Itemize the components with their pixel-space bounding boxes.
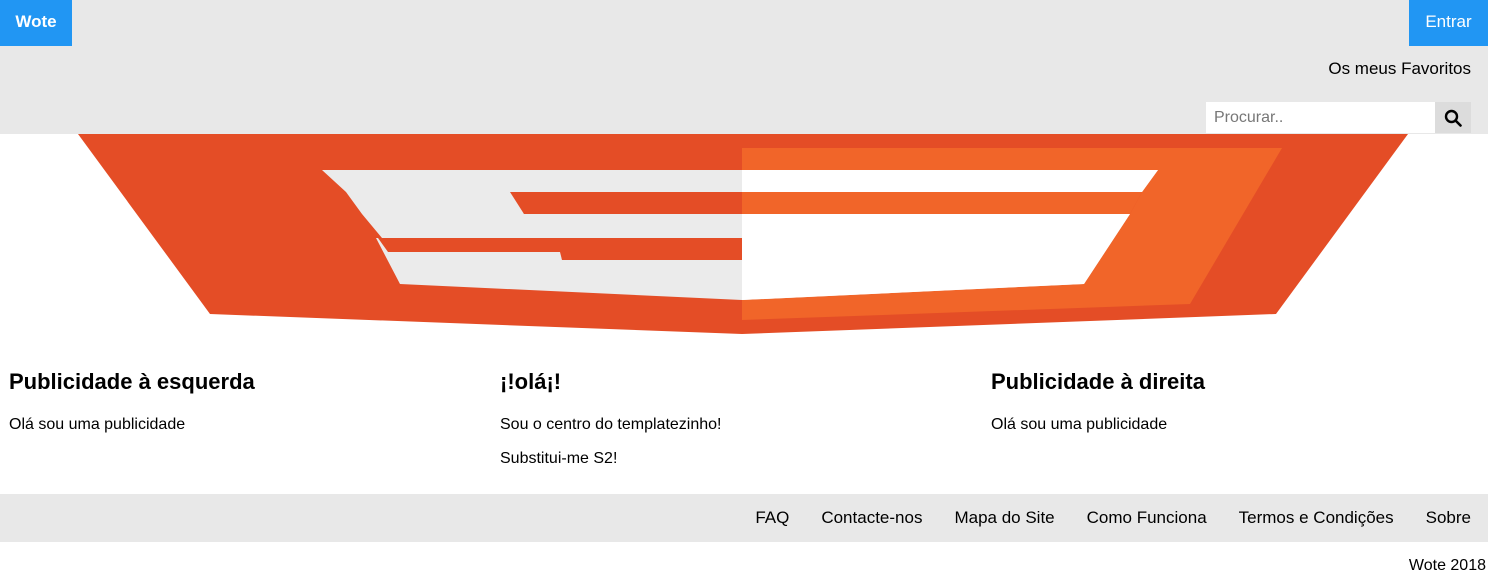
column-left-text: Olá sou uma publicidade [9,416,186,433]
search-input[interactable] [1206,102,1435,133]
copyright: Wote 2018 [1408,557,1486,574]
search-icon [1444,109,1462,127]
footer-nav: FAQ Contacte-nos Mapa do Site Como Funci… [0,494,1488,542]
column-center-title: ¡!olá¡! [500,369,562,394]
column-center-text: Sou o centro do templatezinho! [500,416,722,433]
footer-link-contact[interactable]: Contacte-nos [821,508,922,528]
column-left-title: Publicidade à esquerda [9,369,255,394]
footer-link-how-it-works[interactable]: Como Funciona [1087,508,1207,528]
search-form [1206,102,1471,133]
footer-link-faq[interactable]: FAQ [755,508,789,528]
column-center-text-2: Substitui-me S2! [500,450,618,467]
brand-button[interactable]: Wote [0,0,72,46]
column-right-title: Publicidade à direita [991,369,1205,394]
footer-link-terms[interactable]: Termos e Condições [1239,508,1394,528]
search-button[interactable] [1435,102,1471,133]
footer-links: FAQ Contacte-nos Mapa do Site Como Funci… [723,494,1471,542]
footer-link-about[interactable]: Sobre [1426,508,1471,528]
column-right-text: Olá sou uma publicidade [991,416,1168,433]
footer-link-sitemap[interactable]: Mapa do Site [954,508,1054,528]
login-button[interactable]: Entrar [1409,0,1488,46]
banner [0,134,1488,336]
content-columns: Publicidade à esquerda Olá sou uma publi… [0,345,1488,485]
favorites-link[interactable]: Os meus Favoritos [1328,59,1471,79]
s2-logo [78,134,1408,334]
top-bar: Wote Entrar Os meus Favoritos [0,0,1488,134]
